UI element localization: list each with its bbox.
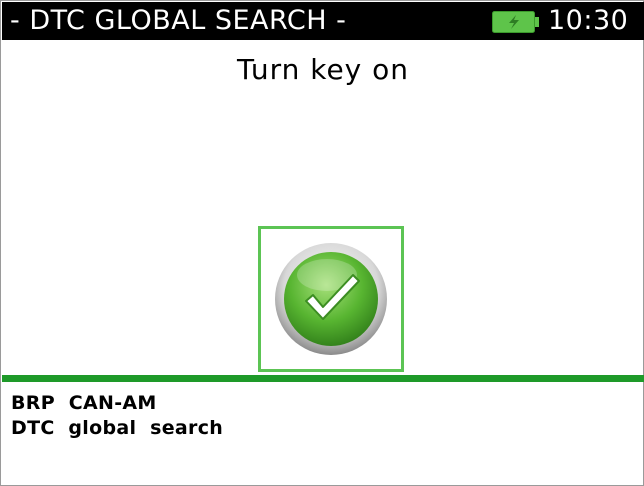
divider xyxy=(2,375,644,382)
instruction-text: Turn key on xyxy=(236,53,410,86)
title-bar: - DTC GLOBAL SEARCH - 10:30 xyxy=(2,2,644,40)
clock: 10:30 xyxy=(548,5,629,36)
confirm-button[interactable] xyxy=(258,226,404,372)
checkmark-icon xyxy=(275,243,387,355)
screen-title: - DTC GLOBAL SEARCH - xyxy=(10,5,347,36)
footer-info: BRP CAN-AM DTC global search xyxy=(11,391,223,441)
brand-line: BRP CAN-AM xyxy=(11,392,157,414)
device-screen: - DTC GLOBAL SEARCH - 10:30 Turn key on xyxy=(0,0,644,486)
battery-charging-icon xyxy=(492,11,540,33)
function-line: DTC global search xyxy=(11,417,224,439)
